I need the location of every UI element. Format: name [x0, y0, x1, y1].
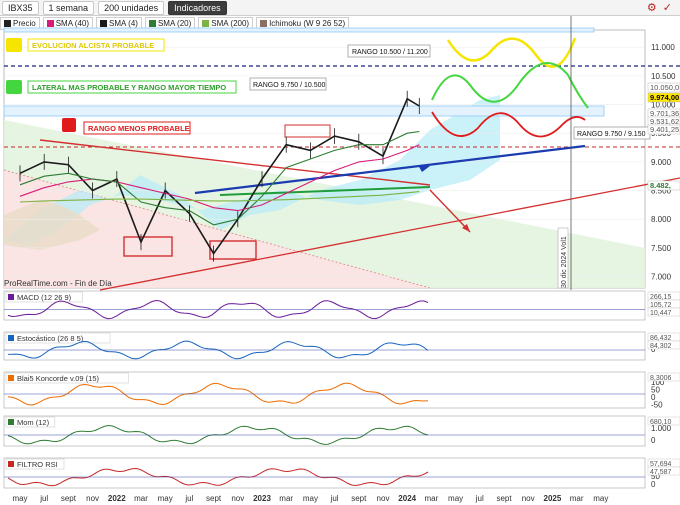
x-tick-label: may — [303, 494, 318, 503]
indicator-value: 10,447 — [650, 310, 672, 317]
indicator-label: Mom (12) — [17, 418, 50, 427]
x-tick-label: mar — [425, 494, 439, 503]
indicator-panel — [3, 415, 646, 447]
range-box-top — [3, 27, 595, 33]
price-tag-text: 10.050,0 — [650, 83, 679, 92]
x-tick-label: may — [158, 494, 173, 503]
x-tick-label: sept — [351, 494, 367, 503]
x-tick-label: sept — [496, 494, 512, 503]
bear-annotation-text: RANGO MENOS PROBABLE — [88, 124, 190, 133]
y-tick-label: 10.500 — [651, 72, 676, 81]
x-tick-label: nov — [522, 494, 535, 503]
x-tick-label: 2024 — [398, 494, 416, 503]
x-tick-label: jul — [330, 494, 339, 503]
range-mid-label: RANGO 9.750 / 10.500 — [253, 82, 325, 89]
x-tick-label: sept — [61, 494, 77, 503]
indicator-label: Blai5 Koncorde v.09 (15) — [17, 374, 99, 383]
x-tick-label: mar — [134, 494, 148, 503]
indicator-value: 84,302 — [650, 343, 672, 350]
indicator-value: 8,3006 — [650, 375, 672, 382]
x-tick-label: may — [12, 494, 27, 503]
indicator-swatch — [8, 375, 14, 381]
indicator-value: 680,10 — [650, 419, 672, 426]
hand-icon — [6, 80, 22, 94]
x-tick-label: may — [593, 494, 608, 503]
x-tick-label: 2023 — [253, 494, 271, 503]
y-tick-label: 8.000 — [651, 215, 672, 224]
indicator-tick-label: 0 — [651, 436, 656, 445]
bull-annotation-text: EVOLUCION ALCISTA PROBABLE — [32, 41, 154, 50]
range-high-label: RANGO 10.500 / 11.200 — [352, 49, 428, 56]
vline-label: 30 dic 2024 Vol1 — [561, 236, 568, 288]
x-tick-label: nov — [86, 494, 99, 503]
y-tick-label: 9.000 — [651, 158, 672, 167]
y-tick-label: 7.500 — [651, 244, 672, 253]
x-tick-label: nov — [377, 494, 390, 503]
indicator-swatch — [8, 335, 14, 341]
indicator-panel — [3, 457, 646, 489]
price-tag-text: 8.482, — [650, 181, 671, 190]
indicator-label: FILTRO RSI — [17, 460, 58, 469]
price-tag-text: 9.401,25 — [650, 125, 679, 134]
indicator-swatch — [8, 419, 14, 425]
x-tick-label: jul — [39, 494, 48, 503]
y-tick-label: 7.000 — [651, 273, 672, 282]
thumbs-up-icon — [6, 38, 22, 52]
range-low-label: RANGO 9.750 / 9.150 — [577, 131, 646, 138]
indicator-label: MACD (12 26 9) — [17, 293, 72, 302]
indicator-label: Estocástico (26 8 5) — [17, 334, 84, 343]
lateral-annotation-text: LATERAL MAS PROBABLE Y RANGO MAYOR TIEMP… — [32, 83, 226, 92]
x-tick-label: jul — [184, 494, 193, 503]
x-tick-label: mar — [279, 494, 293, 503]
x-tick-label: mar — [570, 494, 584, 503]
thumbs-down-icon — [62, 118, 76, 132]
indicator-tick-label: 0 — [651, 480, 656, 489]
chart-area[interactable]: 11.00010.50010.0009.5009.0008.5008.0007.… — [0, 0, 680, 505]
price-tag-text: 9.974,00 — [650, 93, 679, 102]
x-tick-label: sept — [206, 494, 222, 503]
x-tick-label: nov — [231, 494, 244, 503]
indicator-tick-label: -50 — [651, 400, 663, 409]
indicator-swatch — [8, 461, 14, 467]
indicator-value: 47,587 — [650, 469, 672, 476]
x-tick-label: 2022 — [108, 494, 126, 503]
footer-label: ProRealTime.com - Fin de Día — [4, 279, 112, 288]
range-box-mid — [3, 105, 605, 117]
y-tick-label: 11.000 — [651, 43, 675, 52]
x-tick-label: 2025 — [544, 494, 562, 503]
indicator-swatch — [8, 294, 14, 300]
x-tick-label: jul — [475, 494, 484, 503]
x-tick-label: may — [448, 494, 463, 503]
